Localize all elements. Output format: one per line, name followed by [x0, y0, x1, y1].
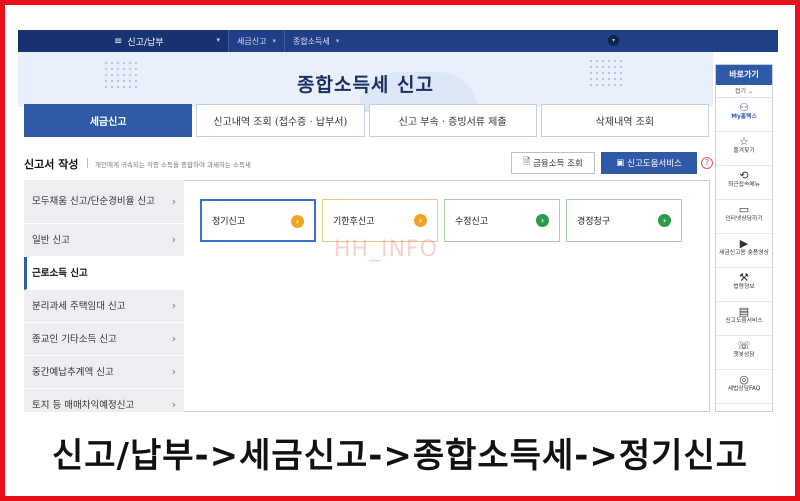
left-menu-item[interactable]: 중간예납추계액 신고 ›: [24, 356, 184, 389]
card-late-filing[interactable]: 기한후신고 ›: [322, 199, 438, 242]
monitor-icon: ▭: [738, 203, 750, 216]
left-menu-item[interactable]: 일반 신고 ›: [24, 224, 184, 257]
chevron-right-icon: ›: [171, 299, 176, 312]
arrow-right-icon: ›: [414, 214, 427, 227]
left-menu-item-label: 분리과세 주택임대 신고: [32, 300, 126, 312]
quick-links-title: 바로가기: [716, 65, 772, 85]
filing-help-button[interactable]: ▣ 신고도움서비스: [601, 152, 697, 174]
divider: [87, 158, 88, 168]
tab-deleted-history[interactable]: 삭제내역 조회: [540, 104, 709, 137]
tab-attachments[interactable]: 신고 부속 · 증빙서류 제출: [368, 104, 537, 137]
hometax-screenshot: ≡ 신고/납부 ▾ 세금신고 ▾ 종합소득세 ▾ ▾ 종합소득세 신고 세금신고…: [18, 30, 778, 412]
quick-link-label: 세법상담FAQ: [727, 386, 761, 392]
breadcrumb-item[interactable]: 세금신고 ▾: [228, 30, 284, 52]
left-menu-item[interactable]: 분리과세 주택임대 신고 ›: [24, 290, 184, 323]
page-banner: 종합소득세 신고: [18, 52, 713, 112]
tab-filing-history[interactable]: 신고내역 조회 (접수증 · 납부서): [196, 104, 365, 137]
left-menu-item-label: 중간예납추계액 신고: [32, 366, 114, 378]
arrow-right-icon: ›: [658, 214, 671, 227]
quick-link-my-hometax[interactable]: ⚇ My홈택스: [716, 98, 772, 132]
left-menu: 모두채움 신고/단순경비율 신고 › 일반 신고 › 근로소득 신고 분리과세 …: [24, 180, 184, 412]
page-title: 종합소득세 신고: [297, 74, 434, 96]
quick-link-faq[interactable]: ◎ 세법상담FAQ: [716, 370, 772, 404]
chevron-right-icon: ›: [171, 365, 176, 378]
left-menu-item[interactable]: 모두채움 신고/단순경비율 신고 ›: [24, 180, 184, 224]
financial-income-label: 금융소득 조회: [533, 159, 583, 169]
top-breadcrumb-bar: ≡ 신고/납부 ▾ 세금신고 ▾ 종합소득세 ▾ ▾: [18, 30, 778, 52]
chevron-right-icon: ›: [171, 194, 176, 208]
chevron-right-icon: ›: [171, 398, 176, 411]
filing-type-panel: 정기신고 › 기한후신고 › 수정신고 › 경정청구 › HH_INFO: [184, 180, 710, 412]
chevron-right-icon: ›: [171, 233, 176, 246]
section-header: 신고서 작성 개인에게 귀속되는 각종 소득을 종합하여 과세하는 소득세 🗎 …: [24, 152, 714, 174]
faq-icon: ◎: [739, 373, 749, 386]
left-menu-item-label: 모두채움 신고/단순경비율 신고: [32, 196, 155, 207]
person-icon: ⚇: [739, 101, 749, 114]
breadcrumb-item[interactable]: 종합소득세 ▾: [283, 30, 347, 52]
quick-link-help-service[interactable]: ▤ 신고도움서비스: [716, 302, 772, 336]
menu-dropdown-label: 신고/납부: [127, 37, 164, 48]
card-label: 수정신고: [455, 217, 489, 227]
star-icon: ☆: [739, 135, 749, 148]
quick-link-favorites[interactable]: ☆ 즐겨찾기: [716, 132, 772, 166]
left-menu-item[interactable]: 종교인 기타소득 신고 ›: [24, 323, 184, 356]
hamburger-icon: ≡: [114, 35, 123, 47]
filing-type-cards: 정기신고 › 기한후신고 › 수정신고 › 경정청구 ›: [200, 199, 682, 242]
quick-link-label: 세금신고용 숏폼영상: [719, 250, 769, 256]
financial-income-button[interactable]: 🗎 금융소득 조회: [511, 152, 595, 174]
quick-link-label: My홈택스: [731, 114, 757, 120]
quick-link-chatbot[interactable]: ☏ 챗봇상담: [716, 336, 772, 370]
quick-link-label: 챗봇상담: [733, 352, 755, 358]
navigation-caption: 신고/납부->세금신고->종합소득세->정기신고: [52, 436, 748, 476]
left-menu-item-label: 토지 등 매매차익예정신고: [32, 399, 135, 411]
chevron-right-icon: ›: [171, 332, 176, 345]
card-regular-filing[interactable]: 정기신고 ›: [200, 199, 316, 242]
gavel-icon: ⚒: [739, 271, 749, 284]
section-description: 개인에게 귀속되는 각종 소득을 종합하여 과세하는 소득세: [95, 161, 251, 169]
expand-toggle-icon[interactable]: ▾: [608, 35, 619, 46]
quick-link-recent[interactable]: ⟲ 최근접속메뉴: [716, 166, 772, 200]
quick-link-label: 즐겨찾기: [733, 148, 755, 154]
quick-link-online-consult[interactable]: ▭ 인터넷상담하기: [716, 200, 772, 234]
quick-link-law[interactable]: ⚒ 법령정보: [716, 268, 772, 302]
quick-link-label: 인터넷상담하기: [725, 216, 763, 222]
card-label: 정기신고: [212, 217, 246, 227]
chat-icon: ☏: [737, 339, 751, 352]
chevron-down-icon: ▾: [335, 37, 340, 45]
document-icon: 🗎: [523, 157, 531, 167]
play-icon: ▶: [739, 237, 749, 250]
quick-link-label: 법령정보: [733, 284, 755, 290]
card-refund-claim[interactable]: 경정청구 ›: [566, 199, 682, 242]
left-menu-item[interactable]: 토지 등 매매차익예정신고 ›: [24, 389, 184, 412]
arrow-right-icon: ›: [291, 215, 304, 228]
quick-links-panel: 바로가기 접기 ⌄ ⚇ My홈택스 ☆ 즐겨찾기 ⟲ 최근접속메뉴 ▭ 인터넷상…: [715, 64, 773, 412]
quick-link-label: 신고도움서비스: [725, 318, 763, 324]
left-menu-item-label: 종교인 기타소득 신고: [32, 333, 117, 345]
left-menu-item-active[interactable]: 근로소득 신고: [24, 257, 184, 290]
chevron-down-icon: ▾: [216, 36, 220, 44]
chevron-down-icon: ▾: [272, 37, 276, 45]
left-menu-item-label: 일반 신고: [32, 234, 70, 246]
card-label: 경정청구: [577, 217, 611, 227]
card-label: 기한후신고: [333, 217, 375, 227]
card-amended-filing[interactable]: 수정신고 ›: [444, 199, 560, 242]
breadcrumb-label: 종합소득세: [292, 36, 330, 46]
breadcrumb-label: 세금신고: [237, 36, 267, 46]
history-icon: ⟲: [739, 169, 749, 182]
help-icon[interactable]: ?: [701, 157, 713, 169]
watermark: HH_INFO: [334, 237, 439, 262]
left-menu-item-label: 근로소득 신고: [32, 267, 88, 279]
filing-help-label: 신고도움서비스: [627, 159, 682, 169]
book-icon: ▤: [738, 305, 750, 318]
book-icon: ▣: [616, 158, 625, 168]
arrow-right-icon: ›: [536, 214, 549, 227]
section-title: 신고서 작성: [24, 158, 79, 171]
quick-link-video[interactable]: ▶ 세금신고용 숏폼영상: [716, 234, 772, 268]
quick-link-label: 최근접속메뉴: [728, 182, 760, 188]
menu-dropdown[interactable]: ≡ 신고/납부 ▾: [18, 30, 228, 52]
collapse-button[interactable]: 접기 ⌄: [716, 85, 772, 98]
tab-bar: 세금신고 신고내역 조회 (접수증 · 납부서) 신고 부속 · 증빙서류 제출…: [24, 104, 709, 138]
tab-tax-filing[interactable]: 세금신고: [24, 104, 193, 137]
